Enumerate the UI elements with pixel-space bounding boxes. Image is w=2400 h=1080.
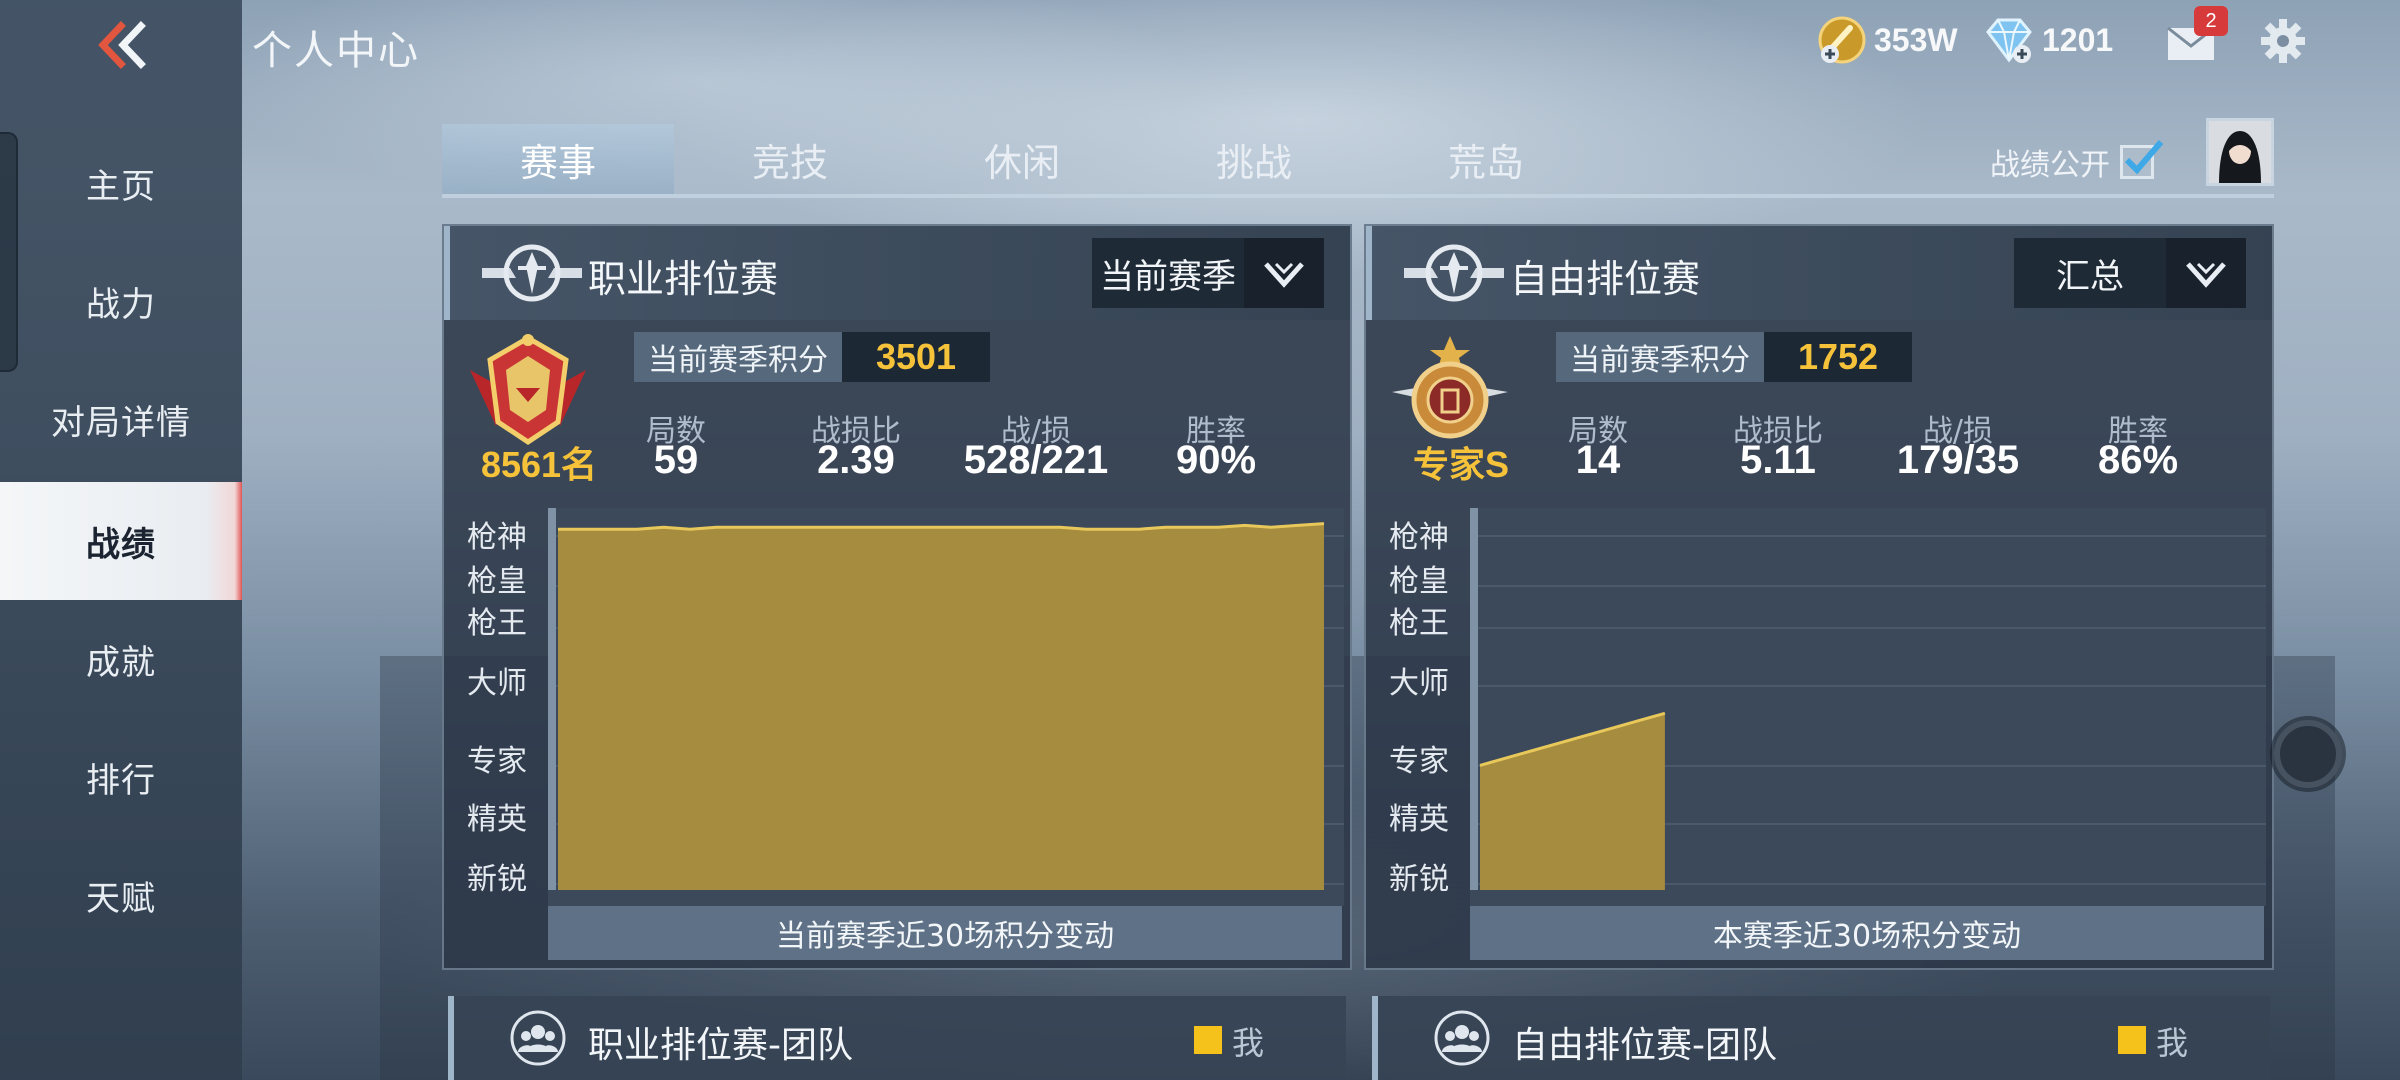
free-ranked-panel: 自由排位赛 汇总 专家S 当前赛季积分 1752 局数 14 战损比 5.11 … xyxy=(1364,224,2274,970)
free-season-score: 当前赛季积分 1752 xyxy=(1556,332,1912,382)
free-stat-value-winrate: 86% xyxy=(2097,438,2179,482)
tab-casual[interactable]: 休闲 xyxy=(906,124,1138,194)
sidebar: 主页 战力 对局详情 战绩 成就 排行 天赋 xyxy=(0,0,242,1080)
mail-count-badge: 2 xyxy=(2194,6,2228,36)
tier-axis xyxy=(1470,508,1478,890)
free-stat-value-kills-deaths: 179/35 xyxy=(1896,438,2020,482)
sidebar-item-ranking[interactable]: 排行 xyxy=(0,718,242,836)
pro-tier-label: 专家 xyxy=(467,744,527,779)
free-tier-label: 精英 xyxy=(1389,802,1449,837)
sidebar-item-record[interactable]: 战绩 xyxy=(0,482,242,600)
legend-me-swatch xyxy=(2118,1026,2146,1054)
free-summary-dropdown-label: 汇总 xyxy=(2056,256,2124,297)
sidebar-item-power[interactable]: 战力 xyxy=(0,242,242,360)
record-public-toggle[interactable]: 战绩公开 xyxy=(1990,140,2164,184)
free-tier-label: 枪王 xyxy=(1389,606,1449,641)
free-tier-label: 大师 xyxy=(1389,666,1449,701)
gold-coin-icon xyxy=(1818,16,1866,64)
free-score-label: 当前赛季积分 xyxy=(1556,332,1764,382)
tab-island[interactable]: 荒岛 xyxy=(1370,124,1602,194)
legend-me-swatch xyxy=(1194,1026,1222,1054)
gold-amount: 353W xyxy=(1874,21,1958,58)
mail-button[interactable]: 2 xyxy=(2166,6,2228,66)
sidebar-item-talent[interactable]: 天赋 xyxy=(0,836,242,954)
tab-competitive[interactable]: 竞技 xyxy=(674,124,906,194)
ranked-emblem-icon xyxy=(1404,244,1504,302)
free-tier-label: 枪神 xyxy=(1389,520,1449,555)
chevron-down-icon xyxy=(1244,238,1324,308)
ranked-emblem-icon xyxy=(482,244,582,302)
legend-me-label: 我 xyxy=(1232,1024,1265,1062)
pro-tier-label: 大师 xyxy=(467,666,527,701)
pro-ranked-panel: 职业排位赛 当前赛季 8561名 当前赛季积分 3501 局数 59 战损比 2… xyxy=(442,224,1352,970)
sidebar-item-achievements[interactable]: 成就 xyxy=(0,600,242,718)
free-stat-value-kd: 5.11 xyxy=(1740,438,1816,482)
free-ranked-header: 自由排位赛 汇总 xyxy=(1366,226,2272,320)
record-public-checkbox[interactable] xyxy=(2120,140,2164,179)
record-public-label: 战绩公开 xyxy=(1990,148,2110,183)
pro-stat-value-kills-deaths: 528/221 xyxy=(963,438,1109,482)
pro-area-chart-svg xyxy=(548,508,1344,906)
pro-season-dropdown[interactable]: 当前赛季 xyxy=(1092,238,1324,308)
free-tier-label: 专家 xyxy=(1389,744,1449,779)
free-score-value: 1752 xyxy=(1764,332,1912,382)
tier-axis xyxy=(548,508,556,890)
free-ranked-title: 自由排位赛 xyxy=(1510,257,1701,301)
pro-stat-value-games: 59 xyxy=(653,438,699,482)
pro-ranked-title: 职业排位赛 xyxy=(588,257,779,301)
pro-chart-caption: 当前赛季近30场积分变动 xyxy=(548,906,1342,960)
pro-ranked-header: 职业排位赛 当前赛季 xyxy=(444,226,1350,320)
pro-tier-label: 枪王 xyxy=(467,606,527,641)
legend-me-label: 我 xyxy=(2156,1024,2189,1062)
page-title: 个人中心 xyxy=(252,28,420,74)
free-area-chart-svg xyxy=(1470,508,2266,906)
avatar[interactable] xyxy=(2206,118,2274,186)
pro-team-section[interactable]: 职业排位赛-团队 我 xyxy=(448,996,1346,1080)
pro-team-title: 职业排位赛-团队 xyxy=(588,1025,853,1066)
free-tier-label: 新锐 xyxy=(1389,862,1449,897)
gold-currency[interactable]: 353W xyxy=(1816,14,1958,66)
pro-tier-label: 枪皇 xyxy=(467,564,527,599)
pro-score-label: 当前赛季积分 xyxy=(634,332,842,382)
free-summary-dropdown[interactable]: 汇总 xyxy=(2014,238,2246,308)
chevron-down-icon xyxy=(2166,238,2246,308)
floating-assist-button[interactable] xyxy=(2274,720,2342,788)
pro-score-chart: 枪神 枪皇 枪王 大师 专家 精英 新锐 xyxy=(444,508,1350,908)
free-tier-label: 枪皇 xyxy=(1389,564,1449,599)
team-group-icon xyxy=(1434,1010,1490,1066)
back-button[interactable] xyxy=(0,0,242,90)
diamond-icon xyxy=(1986,18,2032,63)
pro-stat-value-kd: 2.39 xyxy=(817,438,895,482)
score-area xyxy=(558,523,1324,890)
pro-tier-label: 枪神 xyxy=(467,520,527,555)
sidebar-item-match-details[interactable]: 对局详情 xyxy=(0,360,242,478)
team-group-icon xyxy=(510,1010,566,1066)
pro-score-value: 3501 xyxy=(842,332,990,382)
pro-season-score: 当前赛季积分 3501 xyxy=(634,332,990,382)
tab-challenge[interactable]: 挑战 xyxy=(1138,124,1370,194)
tab-events[interactable]: 赛事 xyxy=(442,124,674,194)
free-chart-caption: 本赛季近30场积分变动 xyxy=(1470,906,2264,960)
checkmark-icon xyxy=(2124,140,2164,175)
pro-tier-label: 精英 xyxy=(467,802,527,837)
double-chevron-left-icon xyxy=(98,21,146,69)
free-stat-value-games: 14 xyxy=(1575,438,1621,482)
gear-icon[interactable] xyxy=(2258,16,2308,66)
sidebar-item-home[interactable]: 主页 xyxy=(0,124,242,242)
pro-tier-label: 新锐 xyxy=(467,862,527,897)
diamond-amount: 1201 xyxy=(2042,21,2114,58)
avatar-portrait-icon xyxy=(2209,121,2271,183)
free-score-chart: 枪神 枪皇 枪王 大师 专家 精英 新锐 xyxy=(1366,508,2272,908)
diamond-currency[interactable]: 1201 xyxy=(1982,14,2113,66)
free-team-section[interactable]: 自由排位赛-团队 我 xyxy=(1372,996,2270,1080)
pro-season-dropdown-label: 当前赛季 xyxy=(1100,256,1236,297)
free-team-title: 自由排位赛-团队 xyxy=(1512,1025,1777,1066)
pro-stat-value-winrate: 90% xyxy=(1175,438,1257,482)
